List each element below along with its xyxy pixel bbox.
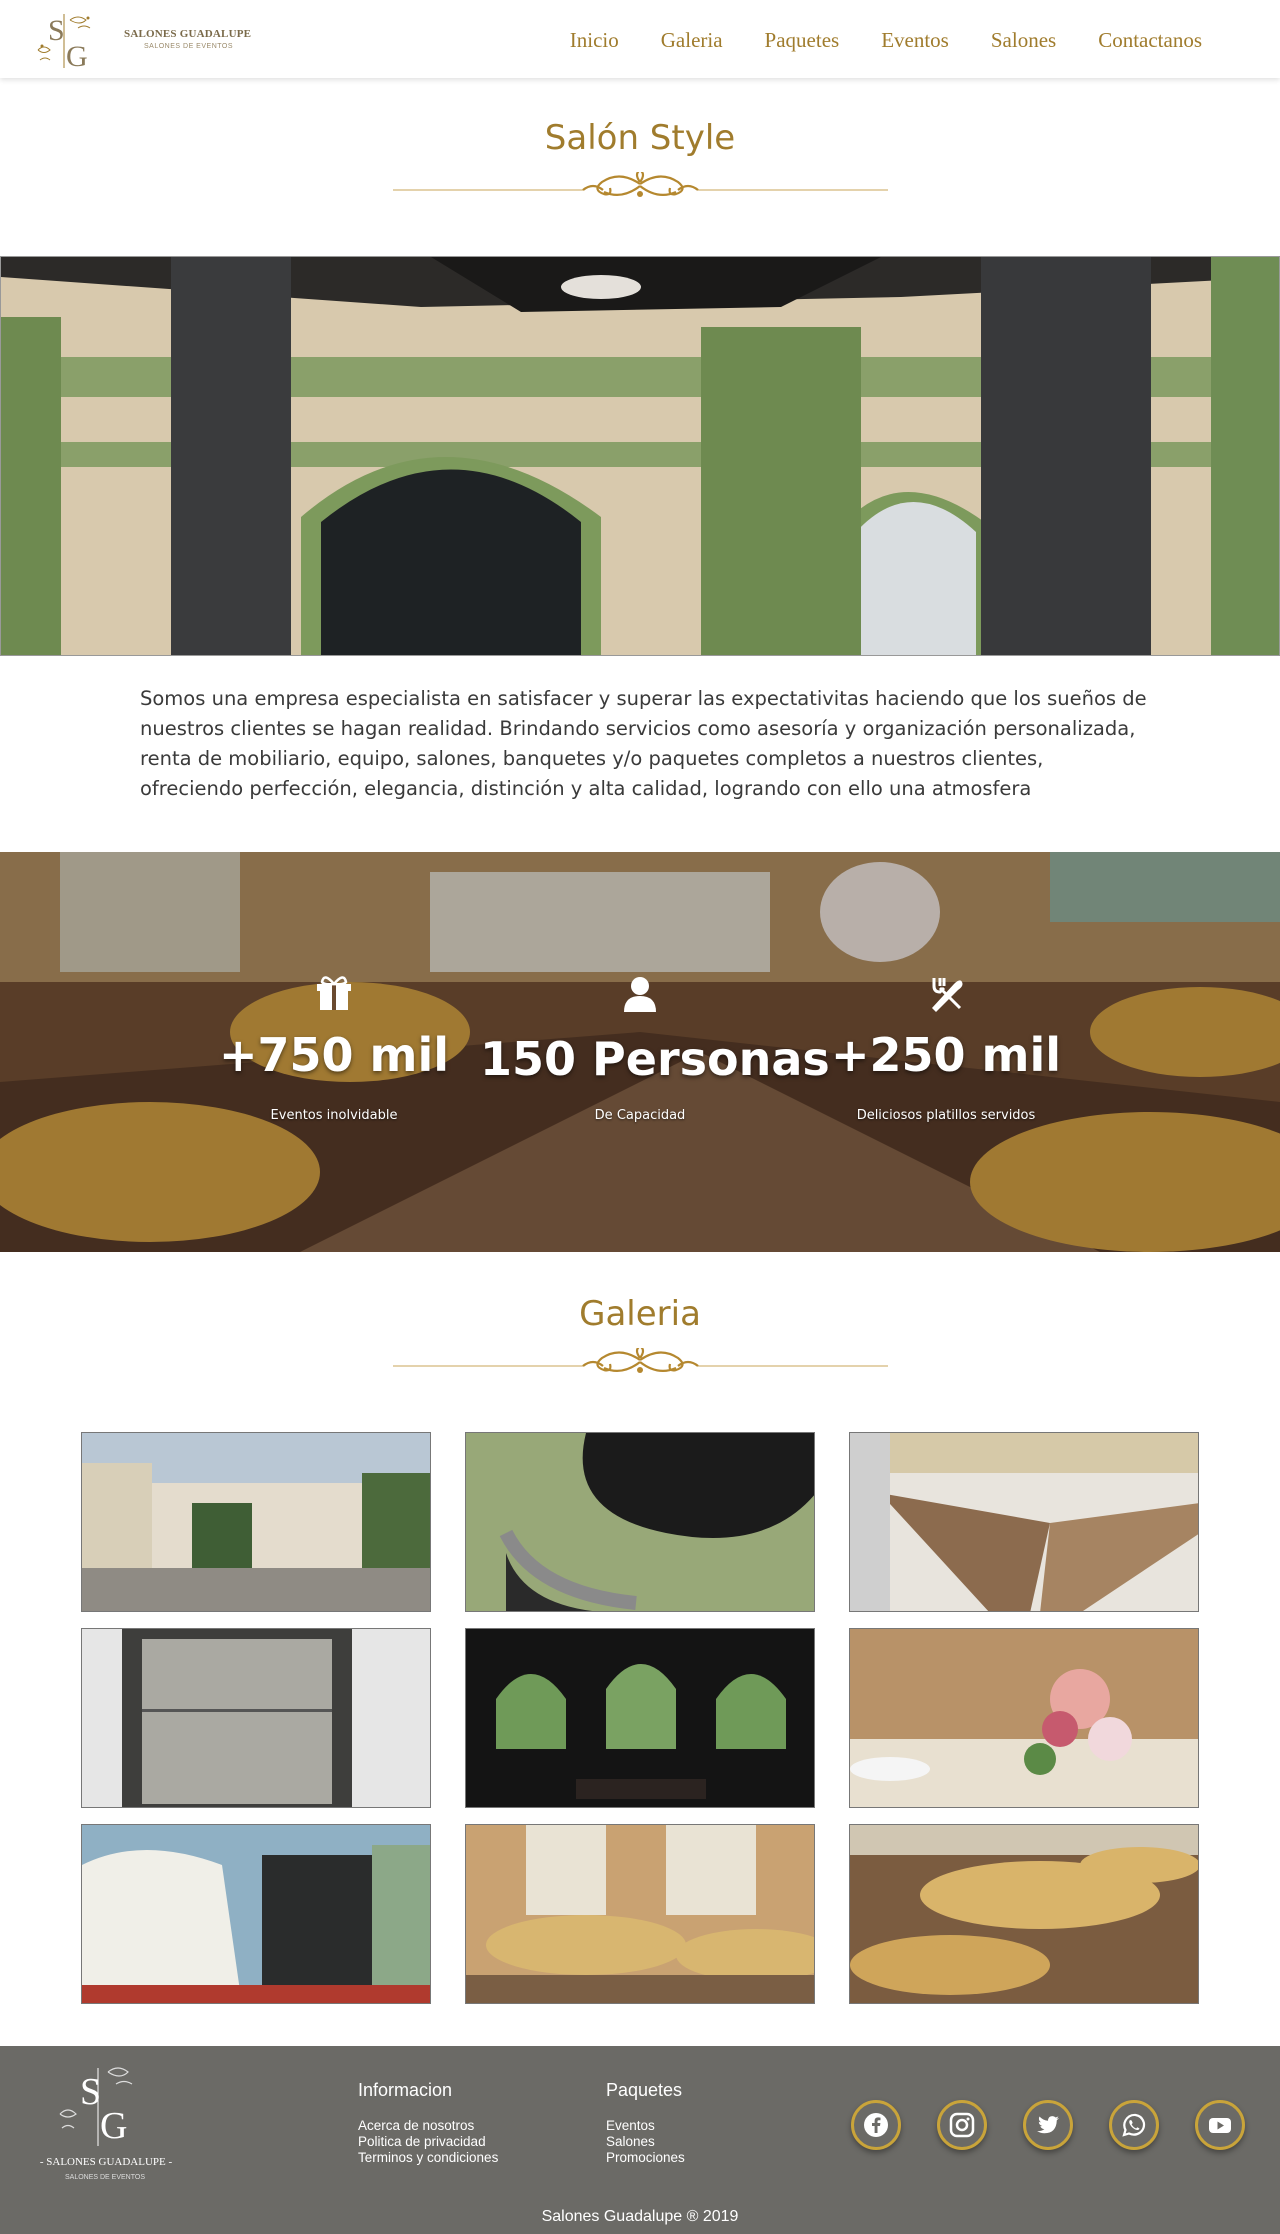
gallery-photo	[850, 1629, 1198, 1807]
gallery-photo	[82, 1629, 430, 1807]
footer-link-terms[interactable]: Terminos y condiciones	[358, 2150, 498, 2165]
gallery-image-3[interactable]	[849, 1432, 1199, 1612]
footer-link-salons[interactable]: Salones	[606, 2134, 655, 2149]
gallery-photo	[850, 1433, 1198, 1611]
stat-capacity-value: 150 Personas	[480, 1032, 830, 1086]
twitter-button[interactable]	[1023, 2100, 1073, 2150]
copyright-text: Salones Guadalupe ® 2019	[541, 2208, 739, 2225]
gallery-image-2[interactable]	[465, 1432, 815, 1612]
footer-link-promotions[interactable]: Promociones	[606, 2150, 685, 2165]
gallery-image-4[interactable]	[81, 1628, 431, 1808]
nav-menu: Inicio Galeria Paquetes Eventos Salones …	[528, 28, 1202, 53]
site-footer: S G - SALONES GUADALUPE - SALONES DE EVE…	[0, 2046, 1280, 2234]
gallery-image-5[interactable]	[465, 1628, 815, 1808]
footer-link-about[interactable]: Acerca de nosotros	[358, 2118, 474, 2133]
user-icon	[624, 977, 656, 1012]
instagram-button[interactable]	[937, 2100, 987, 2150]
hero-photo	[1, 257, 1279, 655]
youtube-icon	[1209, 2118, 1231, 2133]
brand-subtitle: SALONES DE EVENTOS	[144, 43, 234, 50]
brand-name: SALONES GUADALUPE	[124, 28, 252, 40]
facebook-icon	[864, 2113, 888, 2137]
sg-monogram-icon: S G	[59, 2067, 133, 2147]
gallery-image-6[interactable]	[849, 1628, 1199, 1808]
nav-galeria[interactable]: Galeria	[661, 28, 723, 53]
stat-events-label: Eventos inolvidable	[270, 1108, 398, 1123]
footer-link-events[interactable]: Eventos	[606, 2118, 655, 2133]
gift-icon	[317, 976, 351, 1010]
gallery-photo	[82, 1433, 430, 1611]
youtube-button[interactable]	[1195, 2100, 1245, 2150]
footer-link-privacy[interactable]: Politica de privacidad	[358, 2134, 486, 2149]
gallery-title: Galeria	[579, 1294, 701, 1334]
stat-events-value: +750 mil	[218, 1028, 450, 1082]
twitter-icon	[1037, 2116, 1059, 2134]
sg-monogram-icon: S G	[37, 14, 91, 72]
brand-logo[interactable]: S G SALONES GUADALUPE SALONES DE EVENTOS	[34, 6, 251, 72]
instagram-icon	[949, 2112, 975, 2138]
gallery-photo	[850, 1825, 1198, 2003]
hero-image	[0, 256, 1280, 656]
nav-paquetes[interactable]: Paquetes	[765, 28, 840, 53]
utensils-icon	[932, 978, 963, 1012]
gallery-photo	[466, 1629, 814, 1807]
facebook-button[interactable]	[851, 2100, 901, 2150]
stats-section: +750 mil Eventos inolvidable 150 Persona…	[0, 852, 1280, 1252]
nav-inicio[interactable]: Inicio	[570, 28, 619, 53]
ornament-divider-icon	[393, 1348, 888, 1373]
stat-dishes-value: +250 mil	[830, 1028, 1062, 1082]
stat-dishes-label: Deliciosos platillos servidos	[856, 1108, 1036, 1123]
stat-capacity-label: De Capacidad	[594, 1108, 686, 1123]
nav-salones[interactable]: Salones	[991, 28, 1056, 53]
gallery-image-1[interactable]	[81, 1432, 431, 1612]
footer-packages-title: Paquetes	[606, 2080, 683, 2100]
page-title: Salón Style	[544, 118, 736, 158]
ornament-divider-icon	[393, 172, 888, 197]
footer-info-title: Informacion	[358, 2080, 453, 2100]
gallery-photo	[466, 1433, 814, 1611]
about-text: Somos una empresa especialista en satisf…	[140, 687, 1147, 800]
svg-text:G: G	[100, 2105, 127, 2147]
gallery-photo	[466, 1825, 814, 2003]
gallery-image-8[interactable]	[465, 1824, 815, 2004]
top-navbar: S G SALONES GUADALUPE SALONES DE EVENTOS…	[0, 0, 1280, 78]
nav-contactanos[interactable]: Contactanos	[1098, 28, 1202, 53]
whatsapp-icon	[1122, 2113, 1146, 2137]
footer-brand-subtitle: SALONES DE EVENTOS	[64, 2174, 145, 2181]
footer-brand-name: - SALONES GUADALUPE -	[39, 2156, 173, 2168]
footer-logo[interactable]: S G - SALONES GUADALUPE - SALONES DE EVE…	[30, 2054, 180, 2204]
svg-text:S: S	[48, 14, 65, 47]
whatsapp-button[interactable]	[1109, 2100, 1159, 2150]
gallery-photo	[82, 1825, 430, 2003]
gallery-image-9[interactable]	[849, 1824, 1199, 2004]
nav-eventos[interactable]: Eventos	[881, 28, 949, 53]
svg-text:G: G	[66, 40, 88, 72]
gallery-image-7[interactable]	[81, 1824, 431, 2004]
